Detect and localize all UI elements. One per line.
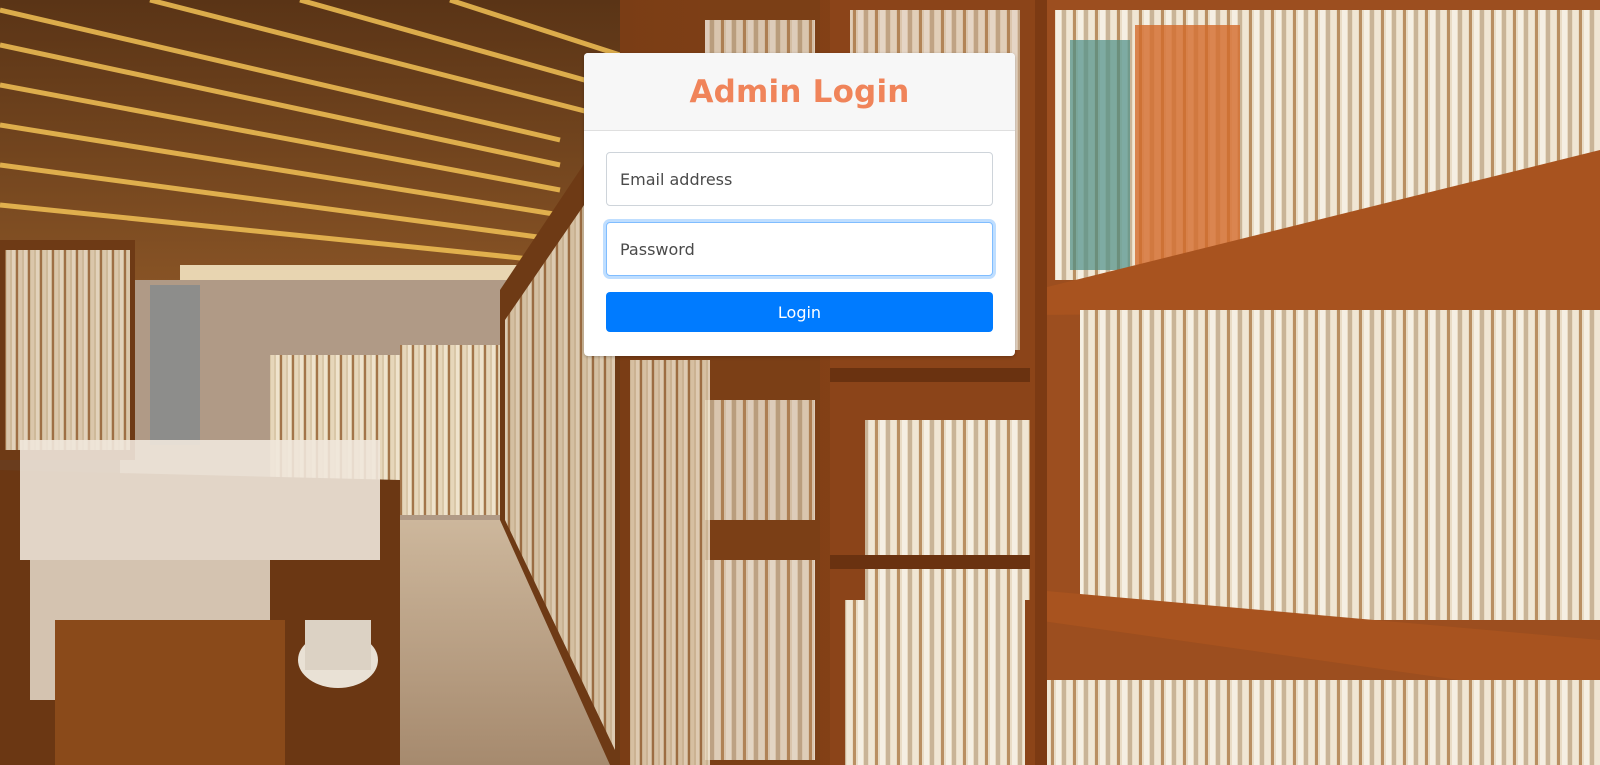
login-title: Admin Login	[689, 73, 910, 110]
login-card-header: Admin Login	[584, 53, 1015, 131]
email-field[interactable]	[606, 152, 993, 206]
login-form: Login	[584, 131, 1015, 332]
login-button[interactable]: Login	[606, 292, 993, 332]
password-field[interactable]	[606, 222, 993, 276]
admin-login-card: Admin Login Login	[584, 53, 1015, 356]
